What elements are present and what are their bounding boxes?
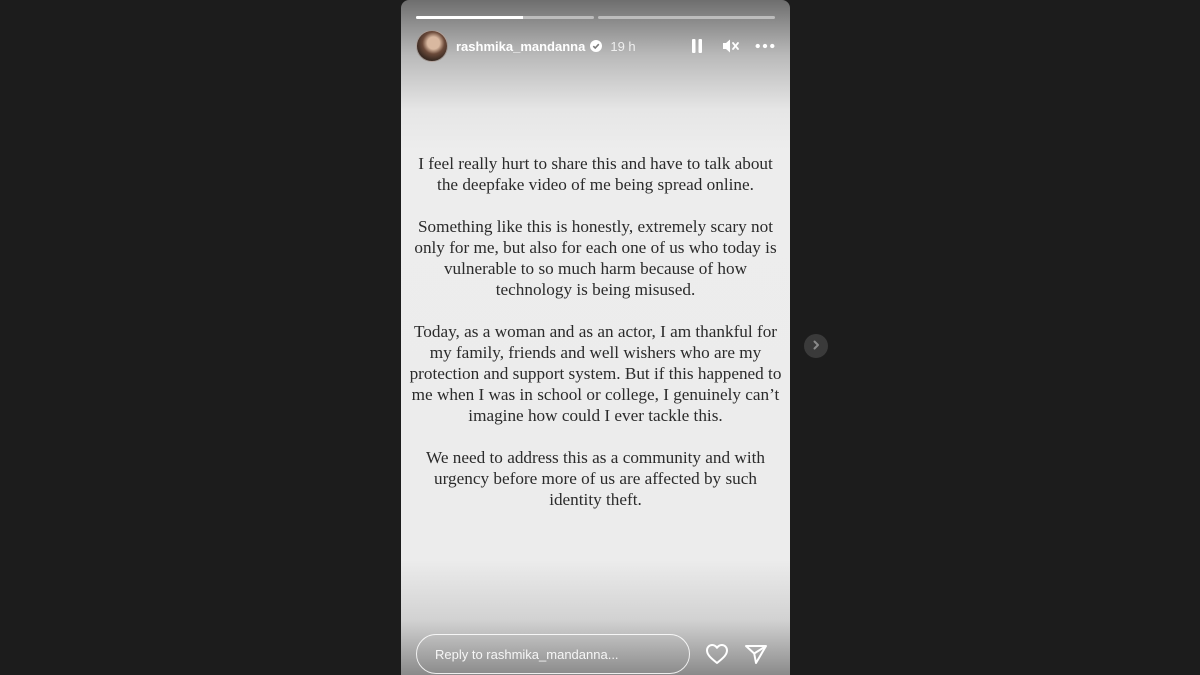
story-paragraph-3: Today, as a woman and as an actor, I am … — [409, 322, 782, 425]
story-footer — [416, 633, 775, 675]
send-icon[interactable] — [743, 641, 769, 667]
verified-badge-icon — [590, 40, 603, 52]
story-paragraph-4: We need to address this as a community a… — [426, 448, 765, 509]
story-paragraph-1: I feel really hurt to share this and hav… — [418, 154, 773, 194]
story-header: rashmika_mandanna 19 h — [416, 30, 775, 62]
muted-speaker-icon[interactable] — [721, 36, 741, 56]
story-progress — [416, 16, 775, 19]
story-viewer: rashmika_mandanna 19 h I feel really hur… — [401, 0, 790, 675]
username[interactable]: rashmika_mandanna — [456, 39, 585, 54]
story-text: I feel really hurt to share this and hav… — [401, 153, 790, 531]
pause-icon[interactable] — [687, 36, 707, 56]
progress-segment-2 — [597, 16, 775, 19]
story-controls — [687, 36, 775, 56]
progress-segment-1 — [416, 16, 594, 19]
more-options-icon[interactable] — [755, 36, 775, 56]
progress-fill-1 — [416, 16, 523, 19]
chevron-right-icon — [811, 337, 821, 355]
post-time: 19 h — [610, 38, 636, 54]
avatar[interactable] — [416, 30, 448, 62]
story-paragraph-2: Something like this is honestly, extreme… — [414, 217, 777, 299]
reply-input[interactable] — [416, 634, 690, 674]
next-story-button[interactable] — [804, 334, 828, 358]
heart-icon[interactable] — [704, 641, 730, 667]
